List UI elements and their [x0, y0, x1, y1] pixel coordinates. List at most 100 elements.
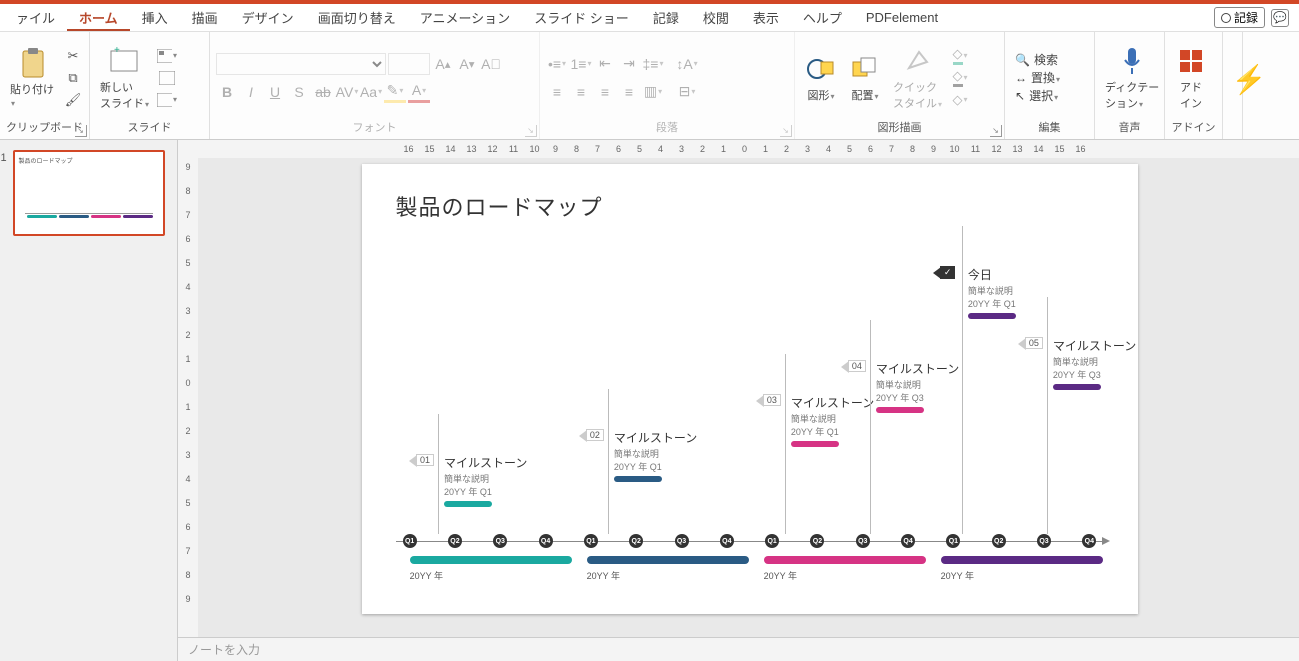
bold-button[interactable]: B	[216, 81, 238, 103]
group-label-font: フォント	[216, 119, 533, 137]
milestone[interactable]: ✓今日簡単な説明20YY 年 Q1	[968, 266, 1138, 319]
addins-button[interactable]: アド イン	[1171, 43, 1211, 113]
axis-arrow-icon	[1102, 537, 1110, 545]
copy-icon[interactable]: ⧉	[63, 68, 83, 88]
shadow-button[interactable]: S	[288, 81, 310, 103]
arrange-button[interactable]: 配置	[845, 51, 885, 105]
format-painter-icon[interactable]: 🖌	[63, 90, 83, 110]
layout-icon[interactable]	[157, 46, 177, 66]
align-left-button[interactable]: ≡	[546, 81, 568, 103]
shape-fill-button[interactable]: ◇	[950, 46, 970, 66]
vertical-ruler: 9876543210123456789	[178, 158, 198, 637]
section-icon[interactable]	[157, 90, 177, 110]
tab-review[interactable]: 校閲	[691, 4, 741, 31]
columns-button[interactable]: ▥	[642, 81, 664, 103]
tab-view[interactable]: 表示	[741, 4, 791, 31]
numbering-button[interactable]: 1≡	[570, 53, 592, 75]
tab-record[interactable]: 記録	[641, 4, 691, 31]
milestone[interactable]: 02マイルストーン簡単な説明20YY 年 Q1	[614, 429, 784, 482]
italic-button[interactable]: I	[240, 81, 262, 103]
increase-font-icon[interactable]: A▴	[432, 53, 454, 75]
milestone-sub: 簡単な説明	[614, 447, 784, 460]
font-color-button[interactable]: A	[408, 81, 430, 103]
slide-1[interactable]: 製品のロードマップ Q1Q2Q3Q4Q1Q2Q3Q4Q1Q2Q3Q4Q1Q2Q3…	[362, 164, 1138, 614]
decrease-font-icon[interactable]: A▾	[456, 53, 478, 75]
tab-file[interactable]: ァイル	[4, 4, 67, 31]
dictate-button[interactable]: ディクテー ション	[1101, 43, 1163, 113]
comments-button[interactable]: 💬	[1271, 9, 1289, 27]
increase-indent-button[interactable]: ⇥	[618, 53, 640, 75]
tab-insert[interactable]: 挿入	[130, 4, 180, 31]
bullets-button[interactable]: •≡	[546, 53, 568, 75]
change-case-button[interactable]: Aa	[360, 81, 382, 103]
roadmap-chart[interactable]: Q1Q2Q3Q4Q1Q2Q3Q4Q1Q2Q3Q4Q1Q2Q3Q420YY 年20…	[396, 244, 1104, 584]
slide-thumbnails-pane[interactable]: 1 製品のロードマップ	[0, 140, 178, 661]
milestone-stem	[1047, 297, 1048, 534]
milestone-bar	[968, 313, 1016, 319]
shape-effects-button[interactable]: ◇	[950, 90, 970, 110]
align-center-button[interactable]: ≡	[570, 81, 592, 103]
milestone-sub: 簡単な説明	[968, 284, 1138, 297]
shape-outline-button[interactable]: ◇	[950, 68, 970, 88]
replace-button[interactable]: ↔置換	[1011, 69, 1064, 86]
tab-help[interactable]: ヘルプ	[791, 4, 854, 31]
underline-button[interactable]: U	[264, 81, 286, 103]
paste-button[interactable]: 貼り付け	[6, 45, 59, 111]
align-right-button[interactable]: ≡	[594, 81, 616, 103]
text-direction-button[interactable]: ↕A	[676, 53, 698, 75]
shapes-icon	[805, 53, 837, 85]
slide-area[interactable]: 製品のロードマップ Q1Q2Q3Q4Q1Q2Q3Q4Q1Q2Q3Q4Q1Q2Q3…	[178, 158, 1299, 637]
tab-home[interactable]: ホーム	[67, 4, 130, 31]
select-button[interactable]: ↖選択	[1011, 87, 1064, 104]
milestone-sub: 簡単な説明	[876, 378, 1046, 391]
tab-draw[interactable]: 描画	[180, 4, 230, 31]
tab-pdfelement[interactable]: PDFelement	[854, 6, 950, 29]
milestone-stem	[438, 414, 439, 534]
record-button[interactable]: 記録	[1214, 7, 1265, 28]
notes-pane[interactable]: ノートを入力	[178, 637, 1299, 661]
milestone[interactable]: 04マイルストーン簡単な説明20YY 年 Q3	[876, 360, 1046, 413]
font-name-select[interactable]	[216, 53, 386, 75]
decrease-indent-button[interactable]: ⇤	[594, 53, 616, 75]
milestone-date: 20YY 年 Q1	[444, 485, 614, 498]
milestone-stem	[785, 354, 786, 534]
line-spacing-button[interactable]: ‡≡	[642, 53, 664, 75]
highlight-color-button[interactable]: ✎	[384, 81, 406, 103]
quarter-marker: Q3	[493, 534, 507, 548]
paragraph-launcher[interactable]	[780, 125, 792, 137]
align-text-button[interactable]: ⊟	[676, 81, 698, 103]
slide-thumbnail-1[interactable]: 1 製品のロードマップ	[13, 150, 165, 236]
font-launcher[interactable]	[525, 125, 537, 137]
shapes-button[interactable]: 図形	[801, 51, 841, 105]
quick-styles-button[interactable]: クイック スタイル	[889, 43, 946, 113]
tab-design[interactable]: デザイン	[230, 4, 306, 31]
cut-icon[interactable]: ✂	[63, 46, 83, 66]
group-label-editing: 編集	[1011, 119, 1088, 137]
font-size-input[interactable]	[388, 53, 430, 75]
group-label-clipboard: クリップボード	[6, 119, 83, 137]
clipboard-icon	[17, 47, 49, 79]
clipboard-launcher[interactable]	[75, 125, 87, 137]
more-button[interactable]: ⚡	[1229, 62, 1269, 98]
char-spacing-button[interactable]: AV	[336, 81, 358, 103]
reset-icon[interactable]	[157, 68, 177, 88]
new-slide-button[interactable]: + 新しい スライド	[96, 43, 153, 113]
milestone[interactable]: 05マイルストーン簡単な説明20YY 年 Q3	[1053, 337, 1223, 390]
tab-slideshow[interactable]: スライド ショー	[522, 4, 641, 31]
strike-button[interactable]: ab	[312, 81, 334, 103]
slide-title[interactable]: 製品のロードマップ	[396, 190, 1104, 222]
milestone[interactable]: 01マイルストーン簡単な説明20YY 年 Q1	[444, 454, 614, 507]
drawing-launcher[interactable]	[990, 125, 1002, 137]
quarter-marker: Q1	[584, 534, 598, 548]
horizontal-ruler: 1615141312111098765432101234567891011121…	[178, 140, 1299, 158]
tab-animations[interactable]: アニメーション	[408, 4, 522, 31]
year-bar	[764, 556, 927, 564]
milestone-flag: 02	[586, 429, 604, 441]
clear-format-icon[interactable]: A⃠	[480, 53, 502, 75]
group-label-slides: スライド	[96, 119, 203, 137]
tab-transitions[interactable]: 画面切り替え	[306, 4, 408, 31]
find-button[interactable]: 🔍検索	[1011, 51, 1064, 68]
justify-button[interactable]: ≡	[618, 81, 640, 103]
group-label-drawing: 図形描画	[801, 119, 998, 137]
milestone-date: 20YY 年 Q1	[791, 425, 961, 438]
